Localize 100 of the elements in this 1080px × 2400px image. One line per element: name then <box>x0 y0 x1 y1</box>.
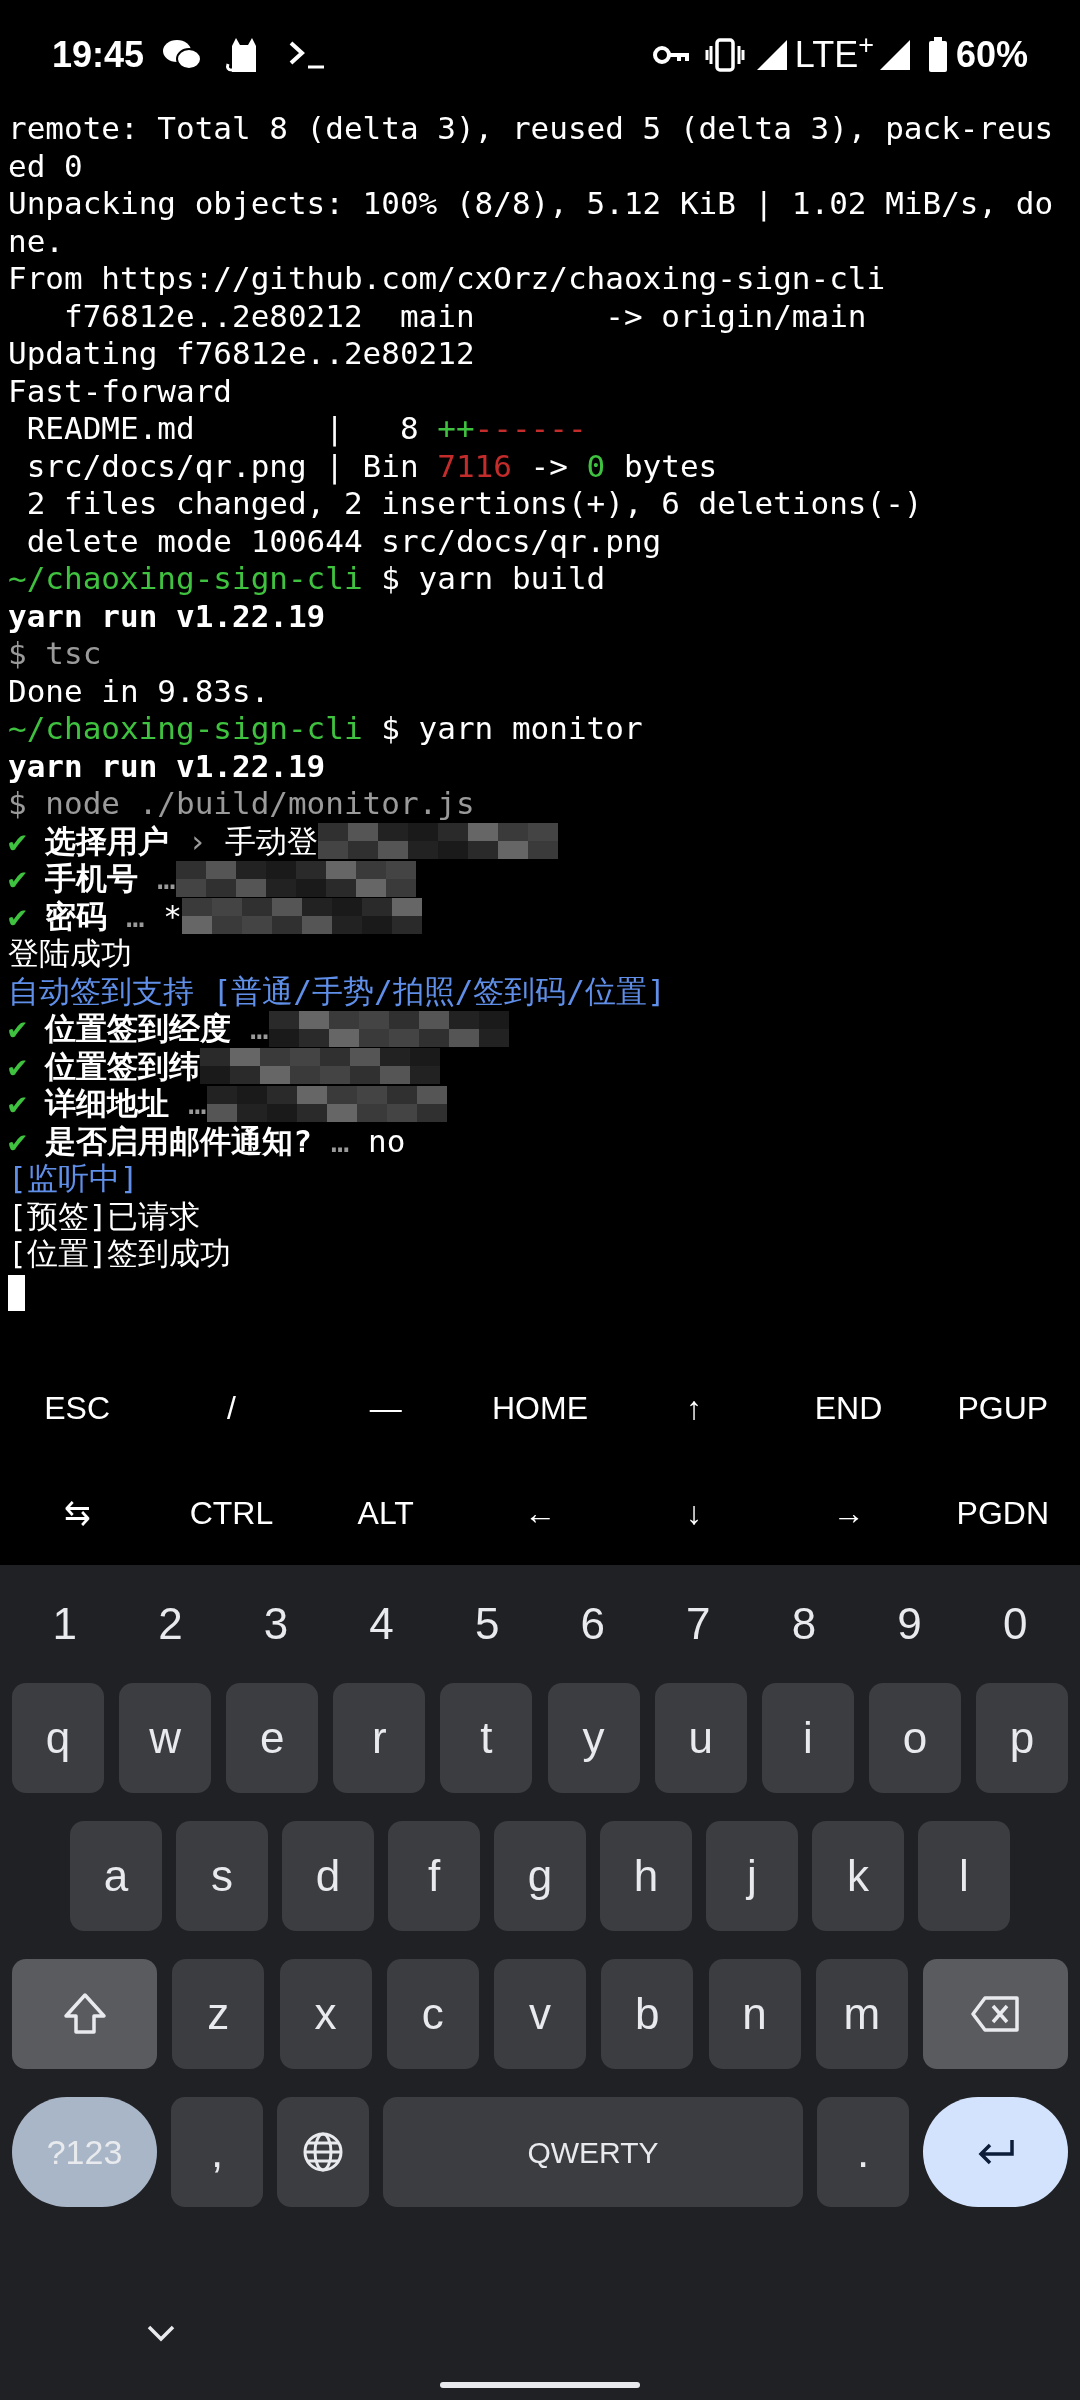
terminal-line: From https://github.com/cxOrz/chaoxing-sign-cli <box>8 260 886 298</box>
terminal-line: yarn run v1.22.19 <box>8 747 326 785</box>
terminal-line: Done in 9.83s. <box>8 672 270 710</box>
extra-key[interactable]: / <box>154 1355 309 1460</box>
keyboard-key[interactable]: g <box>494 1821 586 1931</box>
terminal-line: 自动签到支持 [普通/手势/拍照/签到码/位置] <box>8 972 666 1010</box>
terminal-text: 手机号 <box>44 860 139 898</box>
terminal-text: … <box>187 1085 207 1123</box>
terminal-line: yarn run v1.22.19 <box>8 597 326 635</box>
extra-key[interactable]: END <box>771 1355 926 1460</box>
keyboard-key[interactable]: k <box>812 1821 904 1931</box>
number-key[interactable]: 3 <box>230 1579 322 1669</box>
terminal-line: README.md | 8 ++------ <box>25 410 587 448</box>
globe-icon <box>302 2131 344 2173</box>
keyboard-key[interactable]: a <box>70 1821 162 1931</box>
backspace-icon <box>970 1996 1021 2032</box>
shift-key[interactable] <box>12 1959 157 2069</box>
battery-icon <box>927 37 948 73</box>
terminal-text: * <box>162 897 182 935</box>
terminal-line: delete mode 100644 src/docs/qr.png <box>25 522 662 560</box>
network-type: LTE$^{+}$ <box>794 28 874 77</box>
keyboard-key[interactable]: w <box>119 1683 212 1793</box>
terminal-line: ✔ 是否启用邮件通知? … no <box>8 1122 406 1160</box>
extra-key[interactable]: ← <box>462 1460 618 1565</box>
terminal-line: [预签]已请求 <box>8 1197 201 1235</box>
keyboard-key[interactable]: y <box>547 1683 640 1793</box>
terminal-text: 位置签到纬 <box>43 1047 201 1085</box>
terminal-text: … <box>249 1010 269 1048</box>
keyboard-key[interactable]: x <box>279 1959 372 2069</box>
extra-key[interactable]: HOME <box>462 1355 618 1460</box>
keyboard-key[interactable]: s <box>176 1821 268 1931</box>
extra-key[interactable]: — <box>308 1355 463 1460</box>
keyboard-key[interactable]: t <box>440 1683 533 1793</box>
keyboard-key[interactable]: b <box>601 1959 694 2069</box>
check-mark: ✔ <box>8 822 27 860</box>
keyboard-key[interactable]: z <box>172 1959 265 2069</box>
keyboard-key[interactable]: e <box>226 1683 319 1793</box>
number-key[interactable]: 0 <box>969 1579 1062 1669</box>
terminal-icon <box>288 40 327 70</box>
chevron-down-icon[interactable] <box>146 2324 176 2342</box>
number-key[interactable]: 7 <box>652 1579 745 1669</box>
extra-key[interactable]: ↓ <box>617 1460 772 1565</box>
keyboard-key[interactable]: m <box>815 1959 908 2069</box>
keyboard-key[interactable]: d <box>282 1821 374 1931</box>
number-key[interactable]: 9 <box>863 1579 956 1669</box>
terminal-line: src/docs/qr.png | Bin 7116 -> 0 bytes <box>25 447 718 485</box>
extra-key[interactable]: PGDN <box>925 1460 1080 1565</box>
keyboard-key[interactable]: j <box>706 1821 798 1931</box>
terminal-line: 2 files changed, 2 insertions(+), 6 deletions(-) <box>25 485 923 523</box>
terminal-text: 手动登 <box>225 822 319 860</box>
number-key[interactable]: 2 <box>124 1579 217 1669</box>
terminal-line: 登陆成功 <box>8 935 132 973</box>
keyboard-key[interactable]: , <box>171 2097 263 2207</box>
shift-icon <box>61 1992 108 2036</box>
terminal-line: $ node ./build/monitor.js <box>8 785 475 823</box>
terminal-text: › <box>187 822 208 860</box>
number-key[interactable]: 5 <box>441 1579 534 1669</box>
keyboard-key[interactable]: o <box>868 1683 961 1793</box>
extra-key[interactable]: PGUP <box>925 1355 1080 1460</box>
keyboard-key[interactable]: h <box>600 1821 692 1931</box>
keyboard-key[interactable]: r <box>333 1683 426 1793</box>
keyboard-key[interactable]: q <box>12 1683 104 1793</box>
keyboard-key[interactable]: p <box>976 1683 1068 1793</box>
check-mark: ✔ <box>8 1085 27 1123</box>
vibrate-icon <box>704 38 745 72</box>
number-key[interactable]: 8 <box>757 1579 850 1669</box>
terminal-line: [位置]签到成功 <box>8 1235 232 1273</box>
keyboard-key[interactable]: u <box>654 1683 747 1793</box>
keyboard-key[interactable]: n <box>708 1959 801 2069</box>
extra-key[interactable]: ALT <box>308 1460 463 1565</box>
keyboard-key[interactable]: f <box>388 1821 480 1931</box>
extra-key[interactable]: CTRL <box>154 1460 309 1565</box>
check-mark: ✔ <box>8 1047 27 1085</box>
keyboard-key[interactable]: i <box>761 1683 854 1793</box>
keyboard-key[interactable]: l <box>918 1821 1010 1931</box>
keyboard-key[interactable]: . <box>817 2097 909 2207</box>
extra-key[interactable]: ↑ <box>617 1355 772 1460</box>
extra-key[interactable]: → <box>771 1460 926 1565</box>
terminal-line: [监听中] <box>8 1160 139 1198</box>
terminal-line: ~/chaoxing-sign-cli $ yarn monitor <box>8 710 643 748</box>
terminal-line: ne. <box>8 222 64 260</box>
language-key[interactable] <box>277 2097 369 2207</box>
space-bar[interactable]: QWERTY <box>383 2097 803 2207</box>
keyboard-key[interactable]: v <box>494 1959 586 2069</box>
terminal-line: ~/chaoxing-sign-cli $ yarn build <box>8 560 606 598</box>
check-mark: ✔ <box>8 1010 27 1048</box>
home-handle[interactable] <box>440 2382 640 2388</box>
terminal-text: … <box>156 860 176 898</box>
key-icon <box>652 44 691 66</box>
terminal-text: 密码 <box>44 897 108 935</box>
backspace-key[interactable] <box>923 1959 1068 2069</box>
terminal-line: $ tsc <box>8 635 102 673</box>
check-mark: ✔ <box>8 860 27 898</box>
extra-key[interactable]: ⇆ <box>0 1460 155 1565</box>
extra-key[interactable]: ESC <box>0 1355 155 1460</box>
terminal-text: 选择用户 <box>44 822 170 860</box>
number-key[interactable]: 4 <box>335 1579 428 1669</box>
keyboard-key[interactable]: c <box>386 1959 479 2069</box>
number-key[interactable]: 6 <box>546 1579 639 1669</box>
number-key[interactable]: 1 <box>18 1579 111 1669</box>
